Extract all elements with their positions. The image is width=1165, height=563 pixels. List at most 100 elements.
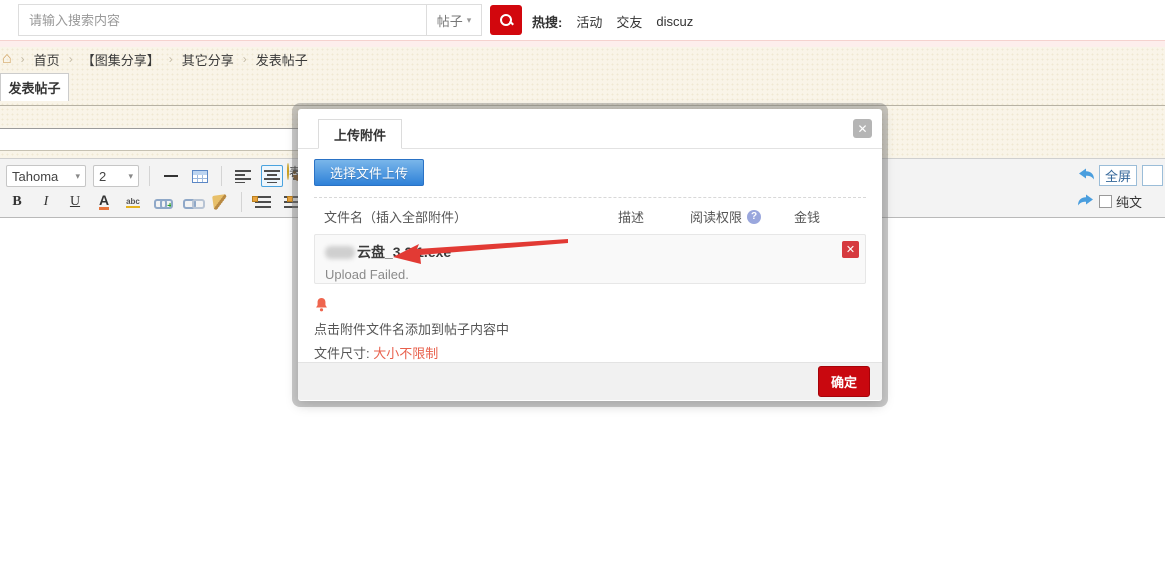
content-top-border: [0, 105, 1165, 106]
highlight-icon: abc: [126, 197, 140, 208]
font-family-select[interactable]: Tahoma ▾: [6, 165, 86, 187]
close-button[interactable]: ✕: [853, 119, 872, 138]
toolbar-separator: [241, 192, 242, 212]
breadcrumb: ⌂ › 首页 › 【图集分享】 › 其它分享 › 发表帖子: [2, 50, 308, 68]
chevron-down-icon: ▾: [128, 171, 133, 182]
breadcrumb-sep-icon: ›: [21, 52, 25, 66]
column-money: 金钱: [794, 207, 856, 226]
fullscreen-label: 全屏: [1105, 166, 1131, 185]
dialog-footer: 确定: [298, 362, 882, 400]
delete-icon: ✕: [846, 243, 855, 256]
choose-file-label: 选择文件上传: [330, 166, 408, 181]
confirm-button[interactable]: 确定: [818, 366, 870, 397]
choose-file-button[interactable]: 选择文件上传: [314, 159, 424, 186]
indent-block: [287, 196, 293, 202]
font-size-value: 2: [99, 169, 106, 184]
link-icon: +: [154, 196, 170, 208]
plaintext-toggle-row: 纯文: [1099, 192, 1142, 211]
hot-link-discuz[interactable]: discuz: [656, 14, 693, 29]
italic-button[interactable]: I: [35, 191, 57, 213]
attachment-filename[interactable]: 云盘_3.2.1.exe: [325, 242, 855, 262]
attachment-filename-text: 云盘_3.2.1.exe: [357, 242, 451, 262]
help-icon[interactable]: ?: [747, 210, 761, 224]
bell-icon: [314, 297, 329, 313]
font-color-button[interactable]: A: [93, 191, 115, 213]
column-filename[interactable]: 文件名（插入全部附件）: [324, 207, 618, 226]
breadcrumb-sep-icon: ›: [169, 52, 173, 66]
attachment-row: 云盘_3.2.1.exe Upload Failed. ✕: [314, 234, 866, 284]
horizontal-rule-icon: [164, 175, 178, 177]
column-permission: 阅读权限 ?: [690, 207, 794, 226]
breadcrumb-home[interactable]: 首页: [34, 50, 60, 69]
breadcrumb-forum[interactable]: 【图集分享】: [82, 50, 160, 69]
font-size-select[interactable]: 2 ▾: [93, 165, 139, 187]
search-type-label: 帖子: [437, 11, 463, 30]
italic-icon: I: [44, 194, 49, 210]
align-left-button[interactable]: [232, 165, 254, 187]
size-value: 大小不限制: [373, 346, 438, 361]
dialog-header: 上传附件 ✕: [298, 109, 882, 149]
breadcrumb-subforum[interactable]: 其它分享: [182, 50, 234, 69]
tab-new-post[interactable]: 发表帖子: [0, 73, 69, 101]
smiley-icon: [287, 163, 289, 180]
bold-icon: B: [12, 194, 21, 210]
column-description: 描述: [618, 207, 690, 226]
spellcheck-button[interactable]: abc: [122, 191, 144, 213]
breadcrumb-sep-icon: ›: [243, 52, 247, 66]
clear-format-button[interactable]: [209, 191, 231, 213]
breadcrumb-current[interactable]: 发表帖子: [256, 50, 308, 69]
hot-link-activity[interactable]: 活动: [576, 12, 602, 31]
font-family-value: Tahoma: [12, 169, 58, 184]
underline-button[interactable]: U: [64, 191, 86, 213]
home-icon[interactable]: ⌂: [2, 52, 12, 66]
align-left-icon: [235, 169, 251, 183]
dialog-title: 上传附件: [334, 125, 386, 144]
redo-icon[interactable]: [1077, 193, 1095, 207]
plaintext-checkbox[interactable]: [1099, 195, 1112, 208]
search-input[interactable]: [18, 4, 426, 36]
size-label: 文件尺寸:: [314, 346, 370, 361]
hint-size-text: 文件尺寸: 大小不限制: [314, 343, 866, 362]
undo-icon[interactable]: [1077, 167, 1095, 181]
dialog-body: 选择文件上传 文件名（插入全部附件） 描述 阅读权限 ? 金钱 云盘_3.2.1…: [298, 149, 882, 362]
hot-search: 热搜: 活动 交友 discuz: [532, 12, 693, 31]
unlink-icon: [183, 196, 199, 208]
horizontal-rule-button[interactable]: [160, 165, 182, 187]
outdent-block: [252, 196, 258, 202]
align-center-icon: [264, 169, 280, 183]
broom-icon: [212, 194, 228, 210]
upload-status: Upload Failed.: [325, 267, 855, 282]
confirm-label: 确定: [831, 375, 857, 390]
align-center-button[interactable]: [261, 165, 283, 187]
toolbar-separator: [221, 166, 222, 186]
plaintext-label: 纯文: [1116, 192, 1142, 211]
search-icon: [499, 13, 513, 27]
chevron-down-icon: ▾: [75, 171, 80, 182]
font-color-icon: A: [99, 194, 109, 210]
remove-link-button[interactable]: [180, 191, 202, 213]
fullscreen-button[interactable]: 全屏: [1099, 165, 1137, 186]
tab-new-post-label: 发表帖子: [8, 78, 60, 97]
insert-link-button[interactable]: +: [151, 191, 173, 213]
toolbar-separator: [149, 166, 150, 186]
bold-button[interactable]: B: [6, 191, 28, 213]
attachment-table-header: 文件名（插入全部附件） 描述 阅读权限 ? 金钱: [314, 198, 866, 234]
header-divider: [0, 40, 1165, 47]
top-search-bar: 帖子 ▾ 热搜: 活动 交友 discuz: [0, 0, 1165, 40]
dialog-tab-upload[interactable]: 上传附件: [318, 119, 402, 149]
upload-attachment-dialog: 上传附件 ✕ 选择文件上传 文件名（插入全部附件） 描述 阅读权限 ? 金钱 云…: [298, 109, 882, 401]
clipped-button[interactable]: [1142, 165, 1163, 186]
hot-search-label: 热搜:: [532, 12, 562, 31]
search-button[interactable]: [490, 5, 522, 35]
search-type-dropdown[interactable]: 帖子 ▾: [426, 4, 482, 36]
plus-icon: +: [167, 202, 173, 212]
underline-icon: U: [70, 194, 80, 210]
hot-link-friends[interactable]: 交友: [616, 12, 642, 31]
breadcrumb-sep-icon: ›: [69, 52, 73, 66]
chevron-down-icon: ▾: [467, 15, 472, 26]
outdent-button[interactable]: [252, 191, 274, 213]
column-permission-label: 阅读权限: [690, 207, 742, 226]
delete-attachment-button[interactable]: ✕: [842, 241, 859, 258]
insert-table-button[interactable]: [189, 165, 211, 187]
redacted-text: [325, 246, 355, 259]
